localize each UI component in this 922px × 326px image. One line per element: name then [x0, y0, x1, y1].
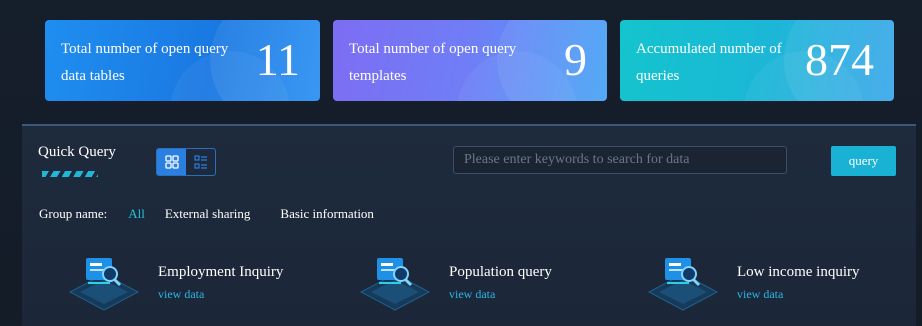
stat-value: 11: [255, 34, 300, 85]
stat-label: Accumulated number of queries: [636, 41, 782, 84]
stat-label: Total number of open query data tables: [61, 41, 229, 84]
stat-value: 874: [805, 34, 874, 85]
query-item-title: Population query: [449, 264, 552, 280]
group-name-label: Group name:: [39, 206, 108, 221]
query-button[interactable]: query: [831, 146, 896, 176]
search-input[interactable]: [453, 146, 787, 174]
query-item-low-income[interactable]: Low income inquiry view data: [645, 254, 905, 314]
stat-value: 9: [564, 34, 587, 85]
view-mode-toggle: [156, 148, 216, 176]
group-filter-external-sharing[interactable]: External sharing: [165, 206, 251, 222]
data-form-icon: [68, 258, 140, 311]
grid-view-button[interactable]: [157, 149, 186, 175]
data-form-icon: [359, 258, 431, 311]
data-form-icon: [647, 258, 719, 311]
stat-label: Total number of open query templates: [349, 41, 517, 84]
group-filter-all[interactable]: All: [128, 206, 145, 222]
panel-title: Quick Query: [38, 144, 116, 160]
title-underline-decoration: [42, 171, 98, 177]
query-item-title: Employment Inquiry: [158, 264, 284, 280]
stat-card-data-tables: Total number of open query data tables 1…: [45, 20, 320, 101]
quick-query-panel: Quick Query query Group name: All: [22, 124, 916, 326]
stat-card-accumulated-queries: Accumulated number of queries 874: [620, 20, 894, 101]
list-icon: [193, 155, 207, 169]
query-item-population[interactable]: Population query view data: [357, 254, 617, 314]
list-view-button[interactable]: [186, 149, 215, 175]
query-item-title: Low income inquiry: [737, 264, 860, 280]
stat-card-query-templates: Total number of open query templates 9: [333, 20, 607, 101]
view-data-link[interactable]: view data: [449, 287, 495, 302]
query-item-employment[interactable]: Employment Inquiry view data: [66, 254, 326, 314]
grid-icon: [164, 155, 179, 169]
group-filter: Group name: All External sharing Basic i…: [39, 206, 404, 222]
group-filter-basic-information[interactable]: Basic information: [280, 206, 374, 222]
view-data-link[interactable]: view data: [158, 287, 204, 302]
view-data-link[interactable]: view data: [737, 287, 783, 302]
